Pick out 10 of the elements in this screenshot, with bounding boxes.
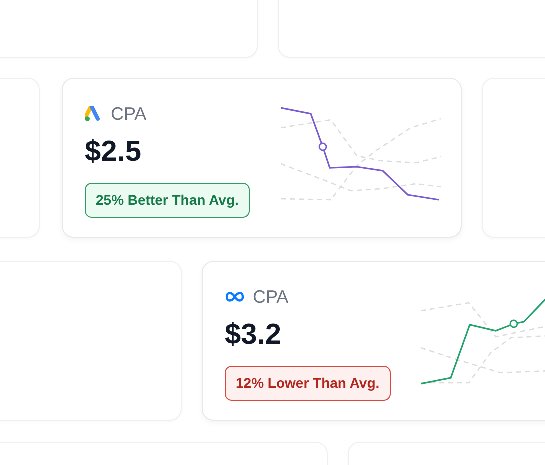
infinity-logo-icon [225,291,245,303]
comparison-badge: 12% Lower Than Avg. [225,366,391,401]
point-marker [510,320,518,328]
triangle-logo-icon [85,106,103,122]
comparison-badge: 25% Better Than Avg. [85,183,250,218]
metric-value: $3.2 [225,318,282,352]
metric-value: $2.5 [85,135,142,169]
metric-label: CPA [253,286,289,308]
point-marker [318,142,328,152]
metric-label: CPA [111,103,147,125]
